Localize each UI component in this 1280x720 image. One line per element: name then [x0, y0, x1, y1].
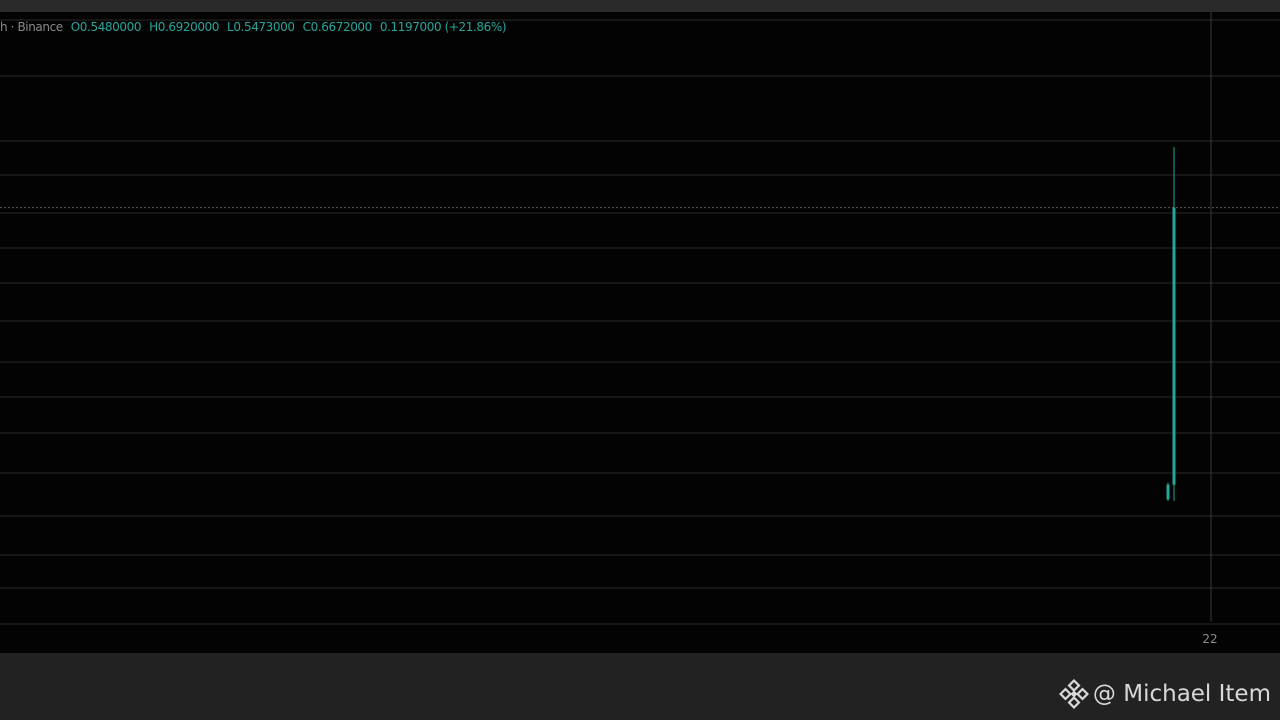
x-tick-label: 22 [1202, 632, 1217, 646]
legend-low: L0.5473000 [227, 20, 295, 34]
ohlc-legend: h · Binance O0.5480000 H0.6920000 L0.547300… [0, 19, 514, 35]
legend-high: H0.6920000 [149, 20, 220, 34]
watermark: @ Michael Item [1058, 677, 1271, 711]
price-chart[interactable]: 22 [0, 12, 1280, 653]
legend-close: C0.6672000 [302, 20, 373, 34]
symbol-source: h · Binance [0, 20, 63, 34]
top-bar [0, 0, 1280, 12]
legend-change: 0.1197000 (+21.86%) [379, 20, 507, 34]
candles [1166, 147, 1176, 501]
chart-pane[interactable]: 22 [0, 12, 1280, 653]
binance-logo-icon [1058, 679, 1089, 709]
watermark-text: @ Michael Item [1092, 681, 1271, 707]
candle-body[interactable] [1166, 484, 1170, 500]
candle-body[interactable] [1172, 207, 1176, 485]
grid-lines [0, 19, 1280, 625]
legend-open: O0.5480000 [70, 20, 142, 34]
